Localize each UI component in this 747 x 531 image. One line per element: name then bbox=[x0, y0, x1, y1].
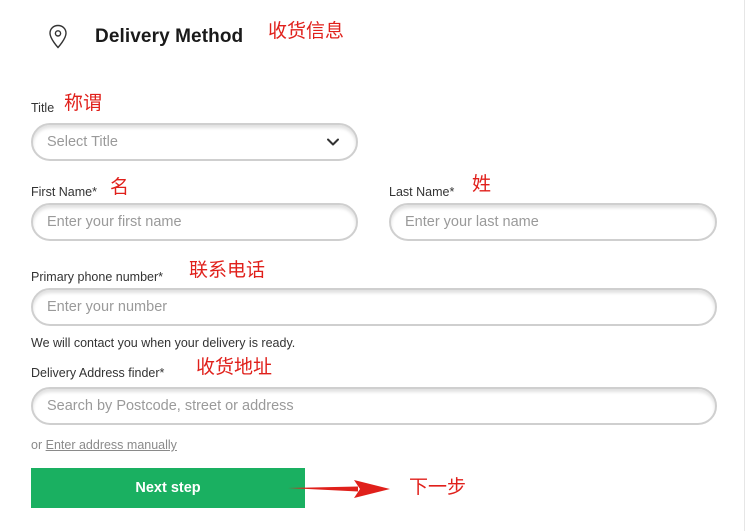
title-select[interactable]: Select Title bbox=[31, 123, 358, 161]
next-step-button[interactable]: Next step bbox=[31, 468, 305, 508]
annotation-title: 称谓 bbox=[64, 92, 103, 114]
location-pin-icon bbox=[49, 24, 67, 49]
red-arrow-annotation bbox=[288, 480, 390, 498]
annotation-phone: 联系电话 bbox=[189, 259, 266, 281]
last-name-label: Last Name* bbox=[389, 185, 455, 199]
annotation-address: 收货地址 bbox=[196, 356, 273, 378]
manual-address-line: or Enter address manually bbox=[31, 438, 177, 452]
last-name-input[interactable] bbox=[389, 203, 717, 241]
delivery-form-page: Delivery Method 收货信息 Title 称谓 Select Tit… bbox=[0, 0, 747, 531]
first-name-label: First Name* bbox=[31, 185, 97, 199]
address-search-input[interactable] bbox=[31, 387, 717, 425]
annotation-last-name: 姓 bbox=[472, 173, 492, 195]
page-title: Delivery Method bbox=[95, 26, 244, 47]
title-select-placeholder: Select Title bbox=[47, 134, 118, 150]
annotation-delivery-info: 收货信息 bbox=[268, 20, 345, 42]
chevron-down-icon bbox=[327, 138, 339, 146]
annotation-first-name: 名 bbox=[110, 176, 130, 198]
annotation-next-step: 下一步 bbox=[409, 476, 467, 498]
phone-label: Primary phone number* bbox=[31, 270, 164, 284]
address-label: Delivery Address finder* bbox=[31, 366, 165, 380]
enter-address-manually-link[interactable]: Enter address manually bbox=[46, 438, 177, 452]
first-name-input[interactable] bbox=[31, 203, 358, 241]
or-text: or bbox=[31, 438, 43, 452]
title-label: Title bbox=[31, 101, 55, 115]
phone-input[interactable] bbox=[31, 288, 717, 326]
phone-helper-text: We will contact you when your delivery i… bbox=[31, 336, 296, 350]
page-edge-divider bbox=[744, 0, 745, 531]
